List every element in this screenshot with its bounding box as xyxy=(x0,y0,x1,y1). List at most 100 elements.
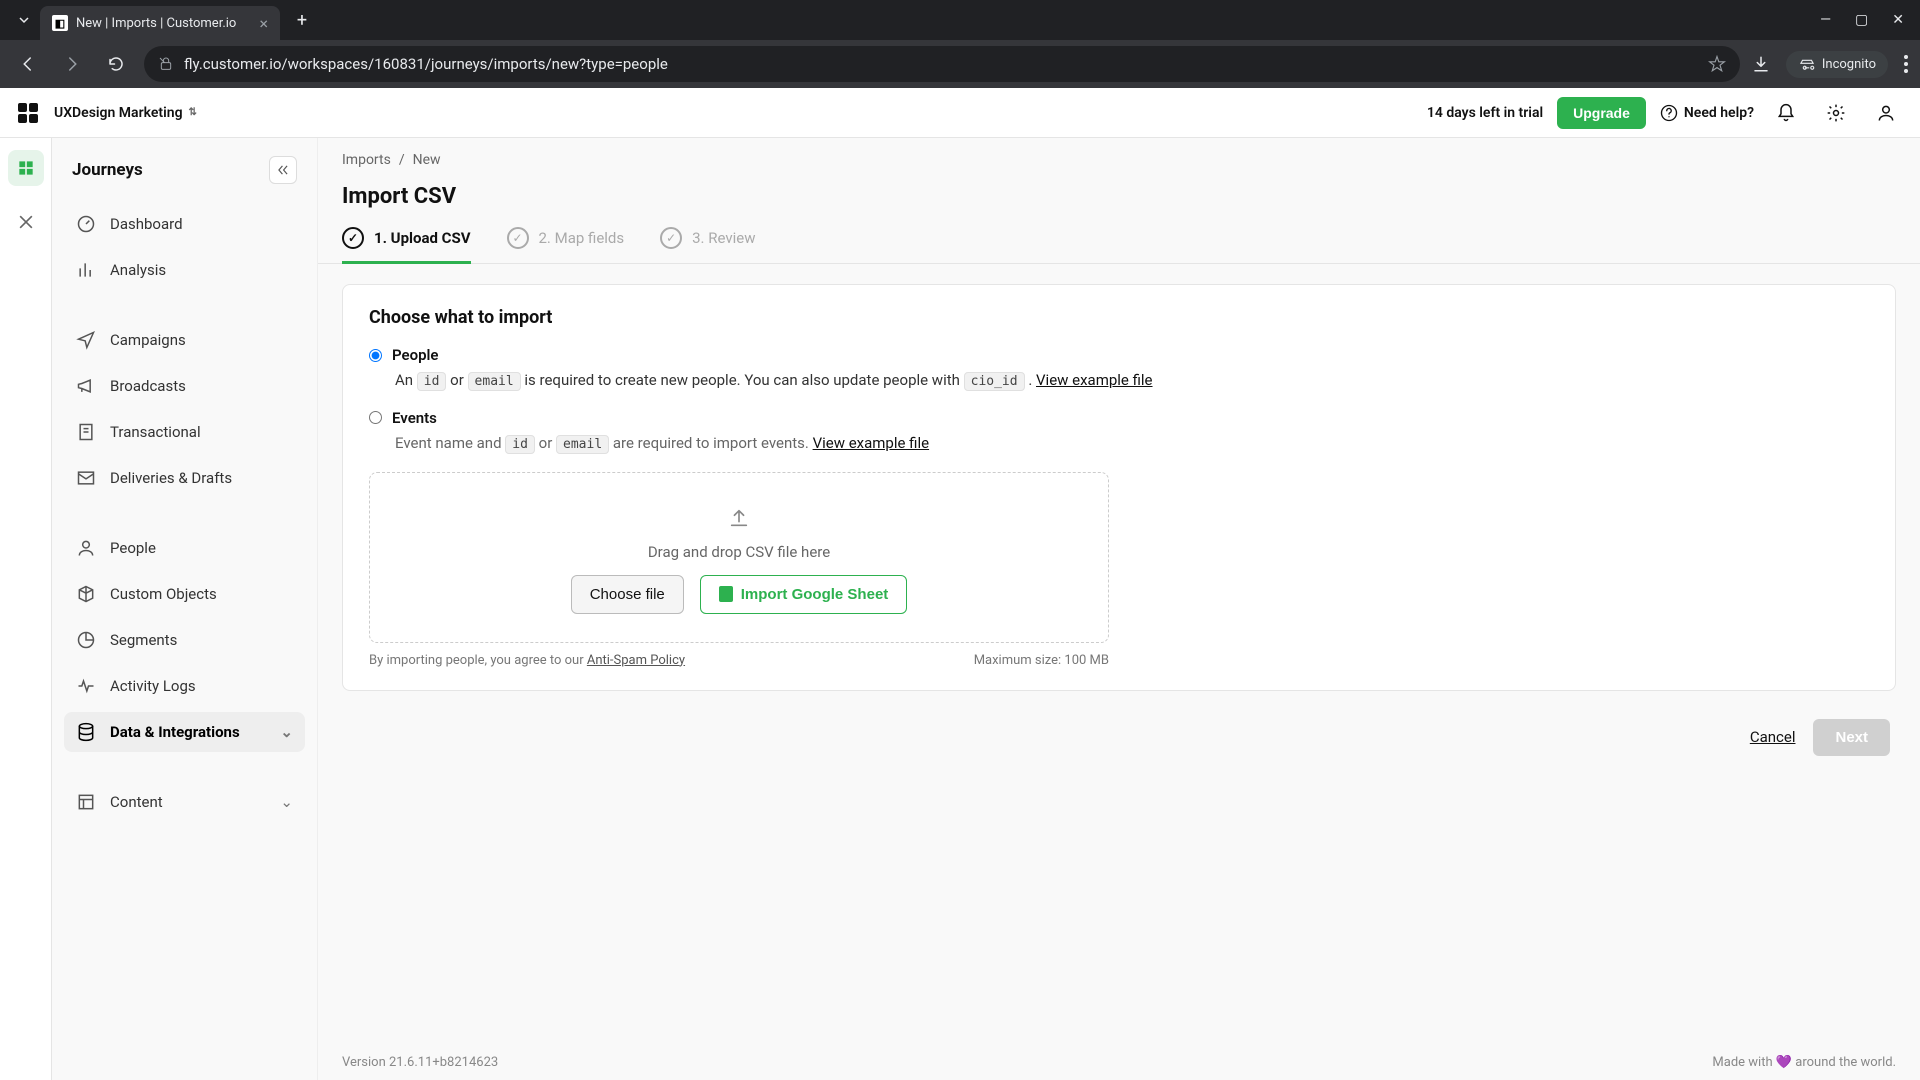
google-sheet-label: Import Google Sheet xyxy=(741,586,889,603)
events-label[interactable]: Events xyxy=(392,409,437,427)
trial-days-text: 14 days left in trial xyxy=(1427,105,1543,121)
browser-menu-icon[interactable] xyxy=(1904,55,1908,73)
people-label[interactable]: People xyxy=(392,346,439,364)
app-logo[interactable] xyxy=(16,101,40,125)
upload-icon xyxy=(728,507,750,529)
browser-tab-strip: ◧ New | Imports | Customer.io × + ― ▢ ✕ xyxy=(0,0,1920,40)
close-tab-icon[interactable]: × xyxy=(259,14,268,33)
rail-secondary[interactable] xyxy=(8,204,44,240)
gauge-icon xyxy=(76,214,96,234)
window-controls: ― ▢ ✕ xyxy=(1820,12,1912,28)
policy-text: By importing people, you agree to our An… xyxy=(369,653,685,668)
import-panel: Choose what to import People An id or em… xyxy=(342,284,1896,691)
notifications-button[interactable] xyxy=(1768,95,1804,131)
person-icon xyxy=(76,538,96,558)
sidebar-item-segments[interactable]: Segments xyxy=(64,620,305,660)
browser-tab[interactable]: ◧ New | Imports | Customer.io × xyxy=(40,6,280,40)
upgrade-button[interactable]: Upgrade xyxy=(1557,97,1646,129)
chevron-updown-icon: ⇅ xyxy=(189,107,197,118)
breadcrumb-parent[interactable]: Imports xyxy=(342,152,391,168)
maximize-icon[interactable]: ▢ xyxy=(1855,12,1868,28)
sidebar-item-activitylogs[interactable]: Activity Logs xyxy=(64,666,305,706)
sidebar: Journeys Dashboard Analysis Campaigns B xyxy=(52,138,317,1080)
reload-button[interactable] xyxy=(100,48,132,80)
events-example-link[interactable]: View example file xyxy=(813,434,930,452)
browser-toolbar: fly.customer.io/workspaces/160831/journe… xyxy=(0,40,1920,88)
code-email: email xyxy=(468,372,521,391)
step-review: ✓ 3. Review xyxy=(660,227,755,263)
sidebar-item-content[interactable]: Content ⌄ xyxy=(64,782,305,822)
downloads-icon[interactable] xyxy=(1752,55,1770,73)
code-id: id xyxy=(417,372,447,391)
choose-file-button[interactable]: Choose file xyxy=(571,575,684,614)
user-icon xyxy=(1876,103,1896,123)
anti-spam-policy-link[interactable]: Anti-Spam Policy xyxy=(587,653,685,668)
check-circle-icon: ✓ xyxy=(342,227,364,249)
sidebar-item-label: Custom Objects xyxy=(110,585,217,603)
max-size-text: Maximum size: 100 MB xyxy=(974,653,1109,668)
need-help-link[interactable]: Need help? xyxy=(1660,104,1754,122)
close-window-icon[interactable]: ✕ xyxy=(1892,12,1904,28)
bookmark-icon[interactable] xyxy=(1708,55,1726,73)
sidebar-item-label: Segments xyxy=(110,631,177,649)
tab-search-dropdown[interactable] xyxy=(8,4,40,36)
sidebar-item-data-integrations[interactable]: Data & Integrations ⌄ xyxy=(64,712,305,752)
sidebar-item-transactional[interactable]: Transactional xyxy=(64,412,305,452)
step-label: 2. Map fields xyxy=(539,229,625,247)
sidebar-item-label: Transactional xyxy=(110,423,201,441)
breadcrumb: Imports / New xyxy=(318,138,1920,176)
events-radio[interactable] xyxy=(369,411,382,424)
code-id: id xyxy=(505,435,535,454)
main-content: Imports / New Import CSV ✓ 1. Upload CSV… xyxy=(317,138,1920,1080)
sidebar-item-people[interactable]: People xyxy=(64,528,305,568)
sidebar-item-campaigns[interactable]: Campaigns xyxy=(64,320,305,360)
sidebar-item-dashboard[interactable]: Dashboard xyxy=(64,204,305,244)
breadcrumb-current: New xyxy=(413,152,441,168)
file-dropzone[interactable]: Drag and drop CSV file here Choose file … xyxy=(369,472,1109,643)
breadcrumb-sep: / xyxy=(399,152,405,168)
product-rail xyxy=(0,138,52,1080)
back-button[interactable] xyxy=(12,48,44,80)
step-upload[interactable]: ✓ 1. Upload CSV xyxy=(342,227,471,263)
import-google-sheet-button[interactable]: Import Google Sheet xyxy=(700,575,908,614)
help-icon xyxy=(1660,104,1678,122)
people-radio[interactable] xyxy=(369,349,382,362)
people-example-link[interactable]: View example file xyxy=(1036,371,1153,389)
form-actions: Cancel Next xyxy=(318,711,1920,776)
forward-button[interactable] xyxy=(56,48,88,80)
rail-journeys[interactable] xyxy=(8,150,44,186)
settings-button[interactable] xyxy=(1818,95,1854,131)
workspace-name: UXDesign Marketing xyxy=(54,105,183,121)
cancel-button[interactable]: Cancel xyxy=(1750,728,1796,746)
site-info-icon[interactable] xyxy=(158,56,174,72)
gear-icon xyxy=(1826,103,1846,123)
incognito-icon xyxy=(1798,57,1816,71)
new-tab-button[interactable]: + xyxy=(288,6,316,34)
url-text: fly.customer.io/workspaces/160831/journe… xyxy=(184,55,1698,73)
step-label: 3. Review xyxy=(692,229,755,247)
address-bar[interactable]: fly.customer.io/workspaces/160831/journe… xyxy=(144,46,1740,82)
sidebar-item-label: Content xyxy=(110,793,163,811)
sidebar-item-analysis[interactable]: Analysis xyxy=(64,250,305,290)
dropzone-text: Drag and drop CSV file here xyxy=(648,543,830,561)
mail-icon xyxy=(76,468,96,488)
page-title: Import CSV xyxy=(318,176,1920,209)
incognito-badge[interactable]: Incognito xyxy=(1786,51,1888,78)
made-with-text: Made with 💜 around the world. xyxy=(1712,1055,1896,1070)
journeys-icon xyxy=(16,158,36,178)
sidebar-item-broadcasts[interactable]: Broadcasts xyxy=(64,366,305,406)
code-email: email xyxy=(556,435,609,454)
next-button[interactable]: Next xyxy=(1813,719,1890,756)
minimize-icon[interactable]: ― xyxy=(1820,12,1831,28)
workspace-switcher[interactable]: UXDesign Marketing ⇅ xyxy=(54,105,197,121)
sidebar-item-label: Data & Integrations xyxy=(110,723,240,741)
sidebar-item-customobjects[interactable]: Custom Objects xyxy=(64,574,305,614)
sidebar-item-deliveries[interactable]: Deliveries & Drafts xyxy=(64,458,305,498)
receipt-icon xyxy=(76,422,96,442)
check-circle-icon: ✓ xyxy=(507,227,529,249)
collapse-sidebar-button[interactable] xyxy=(269,156,297,184)
account-button[interactable] xyxy=(1868,95,1904,131)
app-header: UXDesign Marketing ⇅ 14 days left in tri… xyxy=(0,88,1920,138)
pulse-icon xyxy=(76,676,96,696)
x-icon xyxy=(16,212,36,232)
